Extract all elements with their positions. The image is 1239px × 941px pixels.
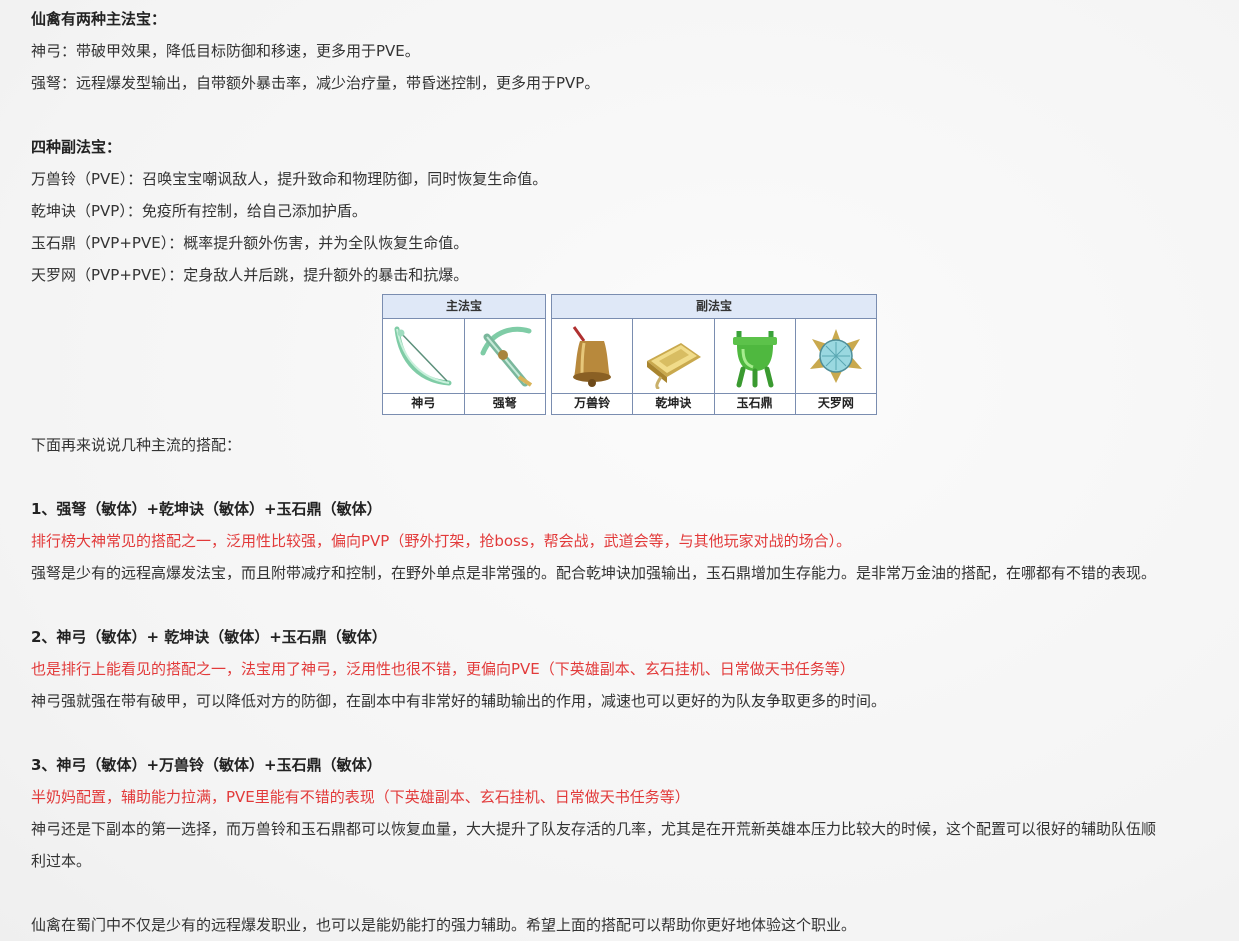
- combo-2-title: 2、神弓（敏体）+ 乾坤诀（敏体）+玉石鼎（敏体）: [31, 628, 387, 646]
- bow-icon: [394, 326, 452, 386]
- crossbow-icon: [480, 326, 532, 387]
- combo-1-title: 1、强弩（敏体）+乾坤诀（敏体）+玉石鼎（敏体）: [31, 500, 382, 518]
- combo-1-desc: 强弩是少有的远程高爆发法宝，而且附带减疗和控制，在野外单点是非常强的。配合乾坤诀…: [31, 564, 1157, 582]
- table-label-crossbow: 强弩: [492, 396, 517, 410]
- combo-1-highlight: 排行榜大神常见的搭配之一，泛用性比较强，偏向PVP（野外打架，抢boss，帮会战…: [31, 532, 852, 550]
- sub-treasure-header: 副法宝: [552, 295, 876, 319]
- table-cell-bell: 万兽铃: [552, 319, 634, 414]
- table-cell-scroll: 乾坤诀: [633, 319, 715, 414]
- combo-3-title: 3、神弓（敏体）+万兽铃（敏体）+玉石鼎（敏体）: [31, 756, 382, 774]
- combo-3-desc: 神弓还是下副本的第一选择，而万兽铃和玉石鼎都可以恢复血量，大大提升了队友存活的几…: [31, 820, 1157, 838]
- net-star-icon: [809, 329, 862, 383]
- sub-treasure-net: 天罗网（PVP+PVE）：定身敌人并后跳，提升额外的暴击和抗爆。: [31, 266, 469, 284]
- treasure-table: 主法宝 神弓 强弩 副法宝 万兽铃 乾坤诀 玉石鼎 天罗网: [382, 294, 877, 415]
- main-treasure-bow: 神弓：带破甲效果，降低目标防御和移速，更多用于PVE。: [31, 42, 420, 60]
- main-treasure-title: 仙禽有两种主法宝：: [31, 10, 167, 28]
- combo-3-desc-cont: 利过本。: [31, 852, 92, 870]
- table-label-bow: 神弓: [411, 396, 436, 410]
- table-label-scroll: 乾坤诀: [655, 396, 692, 410]
- table-cell-net: 天罗网: [795, 319, 876, 414]
- main-treasure-group: 主法宝 神弓 强弩: [382, 294, 546, 415]
- table-cell-crossbow: 强弩: [464, 319, 545, 414]
- combo-intro: 下面再来说说几种主流的搭配：: [31, 436, 242, 454]
- table-label-bell: 万兽铃: [574, 396, 611, 410]
- article-outro: 仙禽在蜀门中不仅是少有的远程爆发职业，也可以是能奶能打的强力辅助。希望上面的搭配…: [31, 916, 857, 934]
- main-treasure-header: 主法宝: [383, 295, 545, 319]
- table-cell-cauldron: 玉石鼎: [714, 319, 796, 414]
- sub-treasure-scroll: 乾坤诀（PVP）：免疫所有控制，给自己添加护盾。: [31, 202, 367, 220]
- bell-icon: [572, 326, 612, 387]
- jade-cauldron-icon: [732, 331, 777, 388]
- combo-2-highlight: 也是排行上能看见的搭配之一，法宝用了神弓，泛用性也很不错，更偏向PVE（下英雄副…: [31, 660, 855, 678]
- main-treasure-crossbow: 强弩：远程爆发型输出，自带额外暴击率，减少治疗量，带昏迷控制，更多用于PVP。: [31, 74, 600, 92]
- table-label-cauldron: 玉石鼎: [736, 396, 773, 410]
- sub-treasure-cauldron: 玉石鼎（PVP+PVE）：概率提升额外伤害，并为全队恢复生命值。: [31, 234, 469, 252]
- table-label-net: 天罗网: [817, 396, 854, 410]
- scroll-book-icon: [647, 343, 702, 389]
- table-cell-bow: 神弓: [383, 319, 465, 414]
- combo-2-desc: 神弓强就强在带有破甲，可以降低对方的防御，在副本中有非常好的辅助输出的作用，减速…: [31, 692, 887, 710]
- sub-treasure-title: 四种副法宝：: [31, 138, 122, 156]
- article-page: 仙禽有两种主法宝： 神弓：带破甲效果，降低目标防御和移速，更多用于PVE。 强弩…: [0, 0, 1239, 941]
- sub-treasure-group: 副法宝 万兽铃 乾坤诀 玉石鼎 天罗网: [551, 294, 877, 415]
- combo-3-highlight: 半奶妈配置，辅助能力拉满，PVE里能有不错的表现（下英雄副本、玄石挂机、日常做天…: [31, 788, 690, 806]
- sub-treasure-bell: 万兽铃（PVE）：召唤宝宝嘲讽敌人，提升致命和物理防御，同时恢复生命值。: [31, 170, 548, 188]
